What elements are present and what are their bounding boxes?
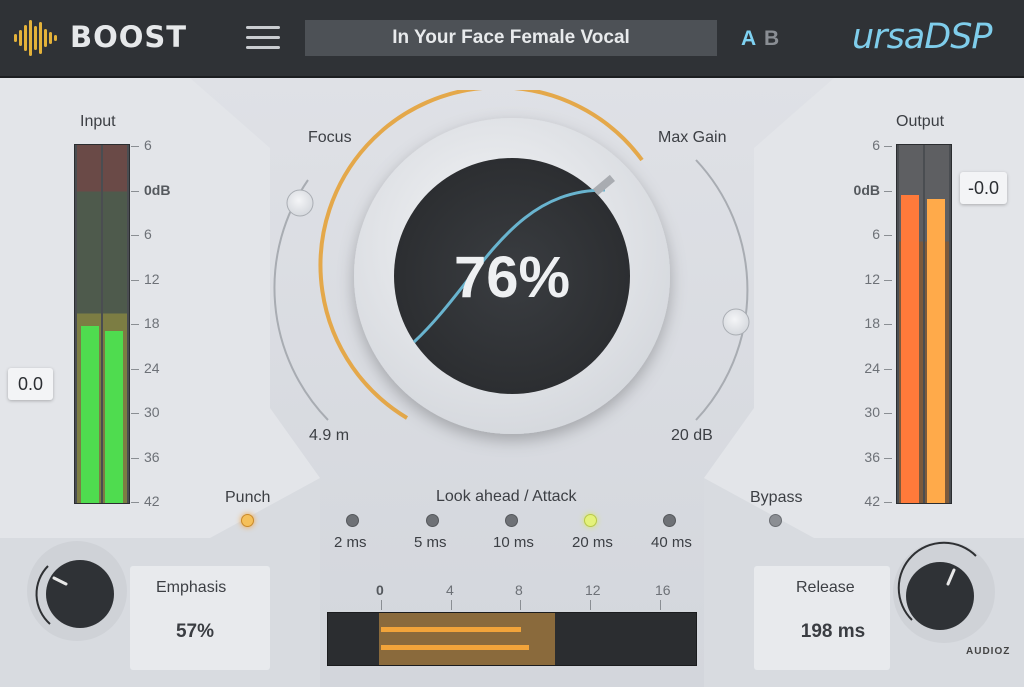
scale-tick-label: 12 xyxy=(864,270,880,287)
release-knob[interactable] xyxy=(892,540,996,644)
punch-toggle[interactable] xyxy=(241,514,254,527)
gr-scale-tick xyxy=(590,600,591,610)
max-gain-slider-track[interactable] xyxy=(695,159,749,421)
scale-tick xyxy=(131,413,139,414)
preset-name[interactable]: In Your Face Female Vocal xyxy=(305,20,717,56)
scale-tick xyxy=(131,502,139,503)
gr-scale-label: 4 xyxy=(446,582,454,598)
punch-label: Punch xyxy=(225,489,271,506)
scale-tick xyxy=(884,368,892,370)
lookahead-option-20-ms[interactable] xyxy=(584,514,597,527)
scale-tick xyxy=(131,235,139,236)
lookahead-option-40-ms[interactable] xyxy=(663,514,676,527)
lookahead-option-label: 40 ms xyxy=(651,534,692,551)
scale-tick xyxy=(131,457,139,459)
scale-tick xyxy=(131,146,139,147)
ab-b-button[interactable]: B xyxy=(764,27,779,51)
scale-tick xyxy=(884,324,892,325)
output-meter-right-fill xyxy=(927,198,945,503)
header-bar: BOOST In Your Face Female Vocal A B ursa… xyxy=(0,0,1024,78)
scale-tick xyxy=(884,146,892,147)
scale-tick-label: 42 xyxy=(864,493,880,509)
bypass-label: Bypass xyxy=(750,489,803,506)
scale-tick xyxy=(131,279,139,281)
gr-scale-tick xyxy=(660,600,661,610)
scale-tick xyxy=(884,413,892,414)
scale-tick-label: 0dB xyxy=(853,181,880,198)
focus-slider-handle[interactable] xyxy=(286,189,314,217)
max-gain-value: 20 dB xyxy=(671,427,713,444)
scale-tick-label: 18 xyxy=(864,315,880,331)
gr-scale-label: 8 xyxy=(515,582,523,598)
output-meter-left-fill xyxy=(901,195,919,503)
focus-value: 4.9 m xyxy=(309,427,350,444)
lookahead-label: Look ahead / Attack xyxy=(436,488,577,505)
lookahead-option-10-ms[interactable] xyxy=(505,514,518,527)
scale-tick xyxy=(884,235,892,236)
waveform-logo-icon xyxy=(14,20,57,56)
scale-tick-label: 36 xyxy=(144,448,160,465)
scale-tick xyxy=(131,368,139,370)
scale-tick-label: 0dB xyxy=(144,181,171,198)
lookahead-option-label: 20 ms xyxy=(572,534,613,551)
input-meter-left-fill xyxy=(81,326,99,503)
output-value-field[interactable]: -0.0 xyxy=(960,172,1008,204)
logo-text: BOOST xyxy=(70,20,188,54)
gr-scale-label: 16 xyxy=(655,582,671,598)
ab-a-button[interactable]: A xyxy=(741,27,756,51)
release-label: Release xyxy=(796,579,855,596)
scale-tick-label: 36 xyxy=(864,448,880,465)
scale-tick-label: 18 xyxy=(144,315,160,331)
input-value-field[interactable]: 0.0 xyxy=(8,368,54,400)
scale-tick-label: 6 xyxy=(144,137,152,153)
gain-reduction-bar-1 xyxy=(381,627,521,632)
max-gain-slider-handle[interactable] xyxy=(722,308,750,336)
bypass-toggle[interactable] xyxy=(769,514,782,527)
lookahead-option-label: 2 ms xyxy=(334,534,367,551)
output-label: Output xyxy=(896,113,945,130)
lookahead-option-5-ms[interactable] xyxy=(426,514,439,527)
gain-reduction-meter xyxy=(327,612,697,666)
scale-tick-label: 42 xyxy=(144,493,160,509)
gr-scale-label: 0 xyxy=(376,582,384,598)
focus-label: Focus xyxy=(308,129,352,146)
scale-tick-label: 12 xyxy=(144,270,160,287)
scale-tick-label: 6 xyxy=(872,226,880,242)
scale-tick xyxy=(131,190,139,192)
scale-tick-label: 6 xyxy=(872,137,880,153)
input-meter-right-fill xyxy=(105,331,123,503)
scale-tick-label: 24 xyxy=(864,359,880,376)
hamburger-menu-icon[interactable] xyxy=(246,26,280,52)
emphasis-label: Emphasis xyxy=(156,579,227,596)
gr-scale-label: 12 xyxy=(585,582,601,598)
scale-tick xyxy=(884,190,892,192)
gr-scale-tick xyxy=(520,600,521,610)
max-gain-label: Max Gain xyxy=(658,129,727,146)
scale-tick-label: 30 xyxy=(144,404,160,420)
main-knob-value: 76% xyxy=(453,245,571,310)
lookahead-option-2-ms[interactable] xyxy=(346,514,359,527)
watermark: AUDIOZ xyxy=(966,646,1011,657)
lookahead-option-label: 5 ms xyxy=(414,534,447,551)
scale-tick-label: 24 xyxy=(144,359,160,376)
scale-tick xyxy=(884,457,892,459)
scale-tick xyxy=(131,324,139,325)
scale-tick-label: 30 xyxy=(864,404,880,420)
gr-scale-tick xyxy=(381,600,382,610)
lookahead-option-label: 10 ms xyxy=(493,534,534,551)
input-label: Input xyxy=(80,113,116,130)
output-meter xyxy=(896,144,952,504)
scale-tick-label: 6 xyxy=(144,226,152,242)
gr-scale-tick xyxy=(451,600,452,610)
brand-logo: ursaDSP xyxy=(852,17,993,57)
gain-reduction-bar-2 xyxy=(381,645,530,650)
scale-tick xyxy=(884,502,892,503)
input-meter xyxy=(74,144,130,504)
scale-tick xyxy=(884,279,892,281)
release-value[interactable]: 198 ms xyxy=(788,621,878,643)
emphasis-knob[interactable] xyxy=(26,540,128,642)
emphasis-value[interactable]: 57% xyxy=(150,621,240,643)
